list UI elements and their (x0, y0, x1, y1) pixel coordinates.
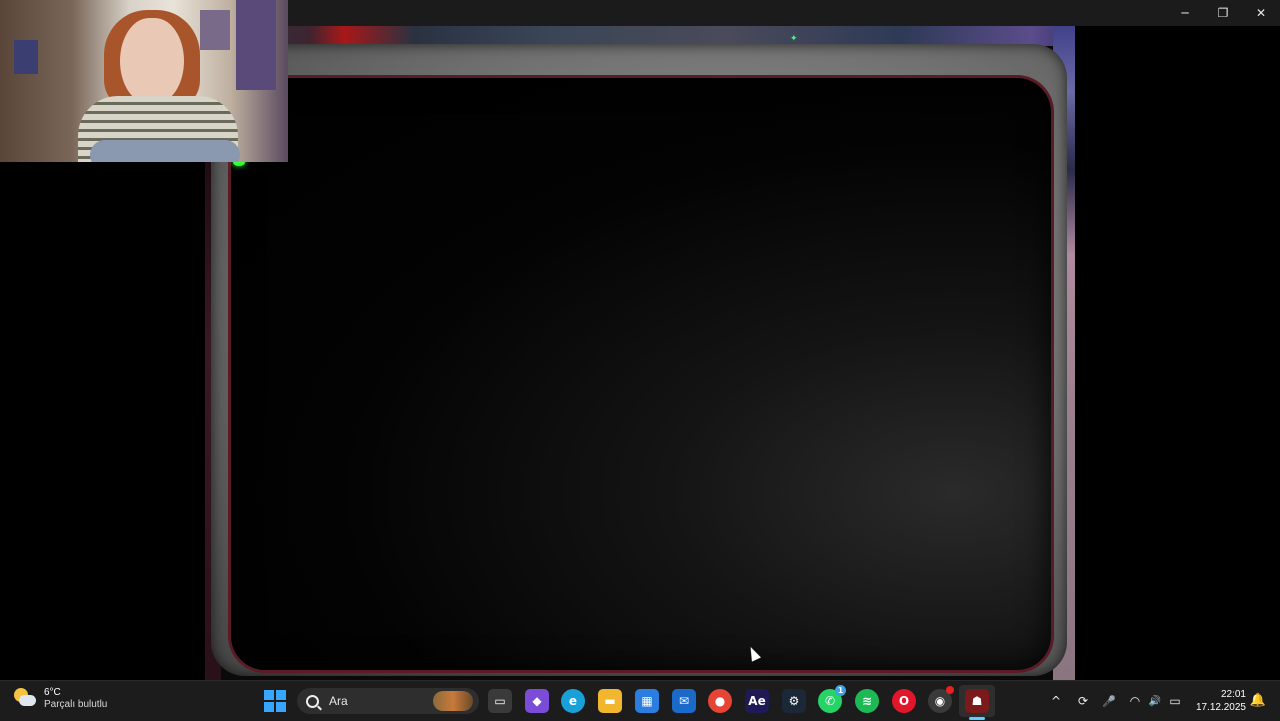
taskbar-task-view-icon[interactable]: ▭ (488, 689, 512, 713)
wifi-icon[interactable]: ◠ (1125, 691, 1145, 711)
webcam-poster (200, 10, 230, 50)
webcam-jeans (90, 140, 240, 162)
webcam-poster (236, 0, 276, 90)
taskbar-spotify-icon[interactable]: ≋ (855, 689, 879, 713)
clock[interactable]: 22:01 17.12.2025 (1186, 688, 1246, 714)
taskbar-obs-icon[interactable]: ◉ (928, 686, 954, 713)
window-controls: ─ ❐ ✕ (1166, 0, 1280, 26)
clock-time: 22:01 (1220, 689, 1246, 700)
camera-monitor-frame (211, 44, 1067, 676)
battery-icon[interactable]: ▭ (1165, 691, 1185, 711)
camera-monitor-screen (231, 78, 1051, 670)
microphone-icon[interactable]: 🎤 (1099, 691, 1119, 711)
taskbar-opera-icon[interactable]: O (892, 689, 916, 713)
webcam-overlay (0, 0, 288, 162)
webcam-poster (14, 40, 38, 74)
sync-icon[interactable]: ⟳ (1073, 691, 1093, 711)
notification-bell-icon[interactable]: 🔔 (1250, 692, 1266, 708)
show-hidden-icons-chevron-icon[interactable]: ^ (1046, 691, 1066, 711)
taskbar-fnaf-game-icon[interactable]: ☗ (965, 689, 989, 713)
taskbar-file-explorer-icon[interactable]: ▬ (598, 689, 622, 713)
taskbar-ms-store-icon[interactable]: ▦ (635, 689, 659, 713)
clock-date: 17.12.2025 (1195, 702, 1246, 713)
windows-logo-icon (264, 690, 274, 700)
taskbar-copilot-icon[interactable]: ◆ (525, 689, 549, 713)
search-highlight-image (433, 691, 473, 711)
taskbar-after-effects-icon[interactable]: Ae (745, 689, 769, 713)
taskbar-whatsapp-icon[interactable]: ✆ 1 (818, 685, 846, 713)
weather-condition: Parçalı bulutlu (44, 699, 108, 710)
game-viewport[interactable]: ✦ (205, 26, 1075, 680)
start-button[interactable] (264, 690, 286, 712)
restore-button[interactable]: ❐ (1204, 0, 1242, 26)
search-placeholder: Ara (329, 694, 348, 708)
game-top-strip (205, 26, 1075, 46)
taskbar-steam-icon[interactable]: ⚙ (782, 689, 806, 713)
system-tray: ^ ⟳ 🎤 ◠ 🔊 ▭ (1046, 681, 1185, 721)
weather-widget[interactable]: 6°C Parçalı bulutlu (14, 687, 107, 711)
taskbar-edge-icon[interactable]: e (561, 689, 585, 713)
volume-icon[interactable]: 🔊 (1145, 691, 1165, 711)
green-star-icon: ✦ (790, 34, 798, 44)
taskbar: 6°C Parçalı bulutlu Ara ▭ ◆ e ▬ ▦ ✉ ● Ae ⚙ ✆ 1 ≋ O ◉ ☗… (0, 680, 1280, 721)
search-icon (306, 694, 319, 708)
partly-cloudy-icon (14, 688, 36, 710)
unread-badge: 1 (835, 685, 846, 696)
weather-temperature: 6°C (44, 687, 61, 698)
taskbar-chrome-icon[interactable]: ● (708, 689, 732, 713)
search-box[interactable]: Ara (297, 688, 479, 714)
taskbar-outlook-icon[interactable]: ✉ (672, 689, 696, 713)
minimize-button[interactable]: ─ (1166, 0, 1204, 26)
close-button[interactable]: ✕ (1242, 0, 1280, 26)
webcam-face (120, 18, 184, 104)
recording-dot-icon (946, 686, 954, 694)
